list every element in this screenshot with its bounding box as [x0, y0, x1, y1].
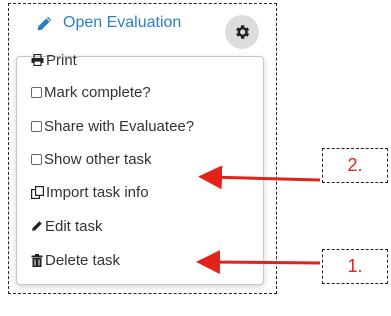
- task-actions-menu: Print Mark complete? Share with Evaluate…: [16, 52, 264, 285]
- gear-icon: [236, 25, 250, 39]
- open-evaluation-label: Open Evaluation: [63, 14, 182, 31]
- menu-item-edit-task[interactable]: Edit task: [31, 215, 103, 237]
- printer-icon: [31, 54, 44, 66]
- menu-item-label: Delete task: [45, 251, 121, 269]
- checkbox-icon[interactable]: [31, 153, 42, 165]
- menu-item-label: Mark complete?: [44, 83, 151, 101]
- callout-1-label: 1.: [347, 256, 363, 276]
- trash-icon: [31, 253, 43, 267]
- menu-item-label: Print: [46, 51, 77, 69]
- menu-item-share-with-evaluatee[interactable]: Share with Evaluatee?: [31, 115, 194, 137]
- callout-2-label: 2.: [347, 155, 363, 175]
- menu-item-label: Import task info: [46, 183, 149, 201]
- menu-item-label: Show other task: [44, 150, 152, 168]
- menu-item-print[interactable]: Print: [31, 49, 77, 71]
- callout-1: 1.: [322, 249, 388, 284]
- menu-item-show-other-task[interactable]: Show other task: [31, 148, 152, 170]
- menu-item-import-task-info[interactable]: Import task info: [31, 181, 149, 203]
- menu-item-label: Share with Evaluatee?: [44, 117, 195, 135]
- settings-button[interactable]: [225, 15, 259, 49]
- pencil-icon: [31, 220, 43, 232]
- checkbox-icon[interactable]: [31, 86, 42, 98]
- menu-item-mark-complete[interactable]: Mark complete?: [31, 81, 151, 103]
- open-evaluation-link[interactable]: Open Evaluation: [36, 14, 181, 32]
- menu-item-label: Edit task: [45, 217, 103, 235]
- checkbox-icon[interactable]: [31, 120, 42, 132]
- pencil-icon: [37, 16, 52, 30]
- menu-item-delete-task[interactable]: Delete task: [31, 249, 120, 271]
- copy-icon: [31, 185, 44, 199]
- callout-2: 2.: [322, 148, 388, 183]
